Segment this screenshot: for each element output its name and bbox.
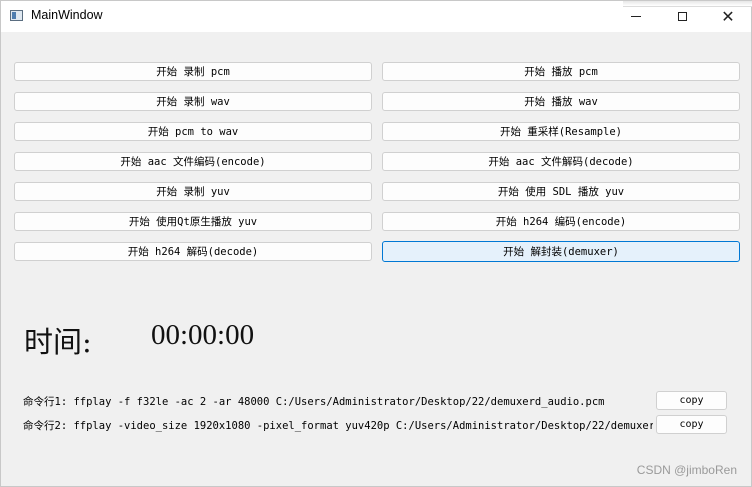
aac-encode-button[interactable]: 开始 aac 文件编码(encode) [14, 152, 372, 171]
play-pcm-button[interactable]: 开始 播放 pcm [382, 62, 740, 81]
app-icon [10, 10, 23, 21]
record-wav-button[interactable]: 开始 录制 wav [14, 92, 372, 111]
aac-decode-button[interactable]: 开始 aac 文件解码(decode) [382, 152, 740, 171]
pcm-to-wav-button[interactable]: 开始 pcm to wav [14, 122, 372, 141]
watermark: CSDN @jimboRen [636, 463, 737, 477]
record-yuv-button[interactable]: 开始 录制 yuv [14, 182, 372, 201]
minimize-icon [631, 16, 641, 17]
copy-command-1-button[interactable]: copy [656, 391, 727, 410]
record-pcm-button[interactable]: 开始 录制 pcm [14, 62, 372, 81]
sdl-play-yuv-button[interactable]: 开始 使用 SDL 播放 yuv [382, 182, 740, 201]
close-icon: ✕ [721, 6, 735, 26]
time-value: 00:00:00 [151, 319, 255, 351]
close-button[interactable]: ✕ [705, 1, 751, 32]
h264-decode-button[interactable]: 开始 h264 解码(decode) [14, 242, 372, 261]
maximize-button[interactable] [659, 1, 705, 32]
window-title: MainWindow [31, 8, 103, 22]
command-line-1: 命令行1: ffplay -f f32le -ac 2 -ar 48000 C:… [23, 396, 605, 408]
title-bar[interactable]: MainWindow ✕ [1, 1, 752, 32]
play-wav-button[interactable]: 开始 播放 wav [382, 92, 740, 111]
copy-command-2-button[interactable]: copy [656, 415, 727, 434]
maximize-icon [677, 12, 687, 21]
command-line-2: 命令行2: ffplay -video_size 1920x1080 -pixe… [23, 420, 653, 432]
qt-play-yuv-button[interactable]: 开始 使用Qt原生播放 yuv [14, 212, 372, 231]
h264-encode-button[interactable]: 开始 h264 编码(encode) [382, 212, 740, 231]
time-label: 时间: [24, 325, 92, 359]
minimize-button[interactable] [613, 1, 659, 32]
main-window: MainWindow ✕ 开始 录制 pcm 开始 播放 pcm 开始 录制 w… [0, 0, 752, 487]
demuxer-button[interactable]: 开始 解封装(demuxer) [382, 241, 740, 262]
resample-button[interactable]: 开始 重采样(Resample) [382, 122, 740, 141]
